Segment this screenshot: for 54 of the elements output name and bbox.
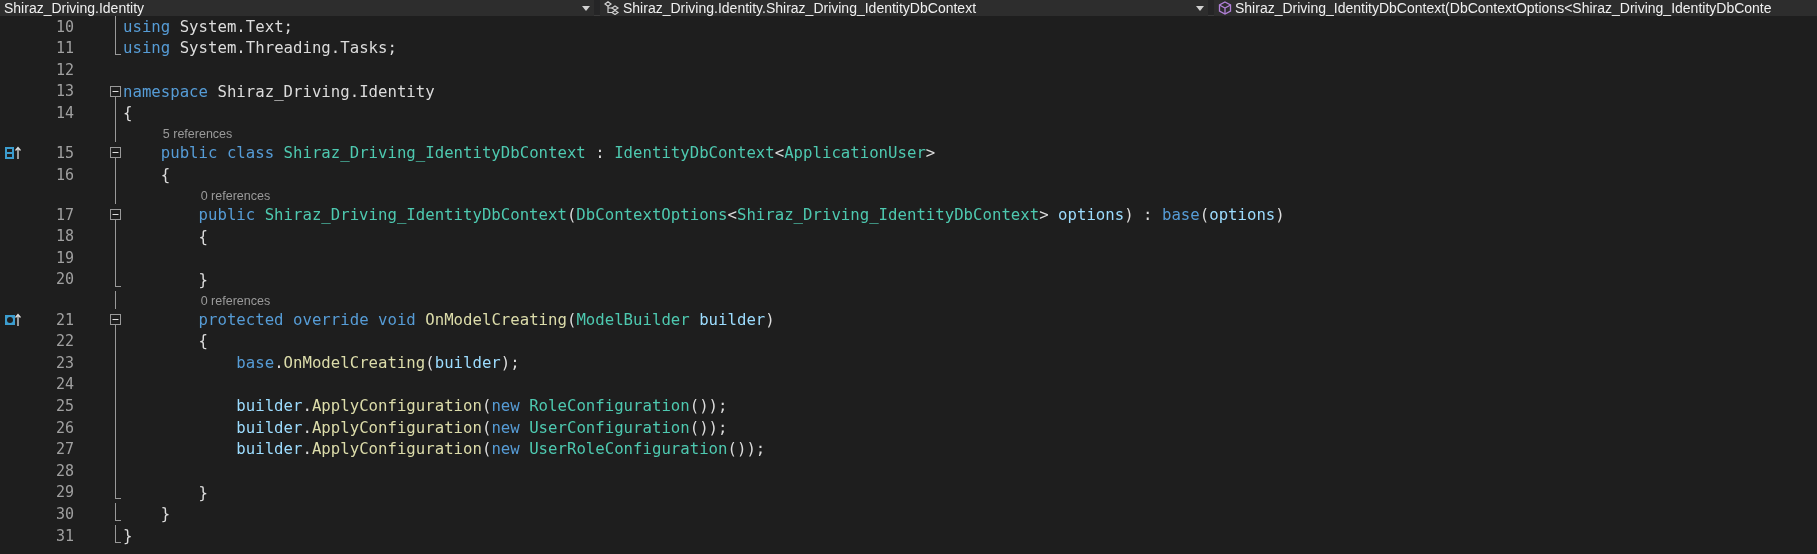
collapse-icon[interactable]	[110, 85, 121, 97]
line-number: 13	[54, 81, 75, 103]
line-number: 27	[54, 439, 75, 461]
line-number: 19	[54, 247, 75, 269]
line-number: 14	[54, 102, 75, 124]
navigation-dropdown[interactable]: Shiraz_Driving.Identity	[0, 0, 594, 16]
code-line: builder.ApplyConfiguration(new RoleConfiguration());	[235, 396, 728, 417]
code-line: base.OnModelCreating(builder);	[235, 353, 520, 373]
collapse-icon[interactable]	[110, 147, 121, 159]
collapse-icon[interactable]	[110, 209, 121, 221]
line-number: 31	[54, 525, 75, 547]
navigation-dropdown[interactable]: Shiraz_Driving.Identity.Shiraz_Driving_IdentityDbContext	[600, 0, 1208, 16]
line-number: 26	[54, 417, 75, 439]
line-number: 17	[54, 204, 75, 226]
line-number: 30	[54, 503, 75, 525]
code-line: builder.ApplyConfiguration(new UserRoleConfiguration());	[235, 439, 766, 460]
code-line: {	[122, 103, 133, 124]
line-number: 25	[54, 395, 75, 417]
navigation-dropdown[interactable]: Shiraz_Driving_IdentityDbContext(DbContextOptions<Shiraz_Driving_IdentityDbConte	[1214, 0, 1817, 16]
code-line: }	[122, 525, 133, 546]
cube-icon	[1218, 1, 1232, 15]
line-number: 20	[54, 269, 75, 291]
overridden-member-icon[interactable]	[4, 312, 22, 327]
line-number: 24	[54, 374, 75, 396]
code-line: protected override void OnModelCreating(ModelBuilder builder)	[197, 309, 775, 330]
line-number: 23	[54, 352, 75, 374]
code-line: builder.ApplyConfiguration(new UserConfiguration());	[235, 417, 728, 438]
line-number: 12	[54, 59, 75, 81]
line-number: 15	[54, 143, 75, 164]
code-line: public Shiraz_Driving_IdentityDbContext(DbContextOptions<Shiraz_Driving_IdentityDbContext> options) : base(options)	[197, 204, 1285, 225]
code-line: }	[197, 269, 208, 290]
code-line: {	[197, 226, 208, 247]
code-line: {	[159, 164, 171, 185]
line-number: 28	[54, 460, 75, 482]
class-hierarchy-icon	[604, 1, 620, 15]
code-line: using System.Text;	[122, 16, 293, 37]
references-link[interactable]: 0 references	[198, 293, 271, 310]
line-number: 18	[54, 226, 75, 248]
line-number: 22	[54, 331, 75, 353]
references-link[interactable]: 5 references	[160, 126, 233, 143]
code-line: public class Shiraz_Driving_IdentityDbContext : IdentityDbContext<ApplicationUser>	[159, 143, 936, 164]
line-number: 21	[54, 309, 75, 331]
code-line: }	[159, 504, 171, 525]
line-number: 16	[54, 164, 75, 186]
code-line: namespace Shiraz_Driving.Identity	[122, 81, 435, 102]
code-line: using System.Threading.Tasks;	[122, 38, 397, 59]
collapse-icon[interactable]	[110, 314, 121, 326]
code-line: }	[197, 482, 208, 503]
code-line: {	[197, 331, 208, 352]
line-number: 10	[54, 16, 75, 38]
line-number: 11	[54, 38, 75, 60]
references-link[interactable]: 0 references	[198, 188, 271, 205]
line-number: 29	[54, 482, 75, 504]
implemented-type-icon[interactable]	[4, 146, 22, 161]
